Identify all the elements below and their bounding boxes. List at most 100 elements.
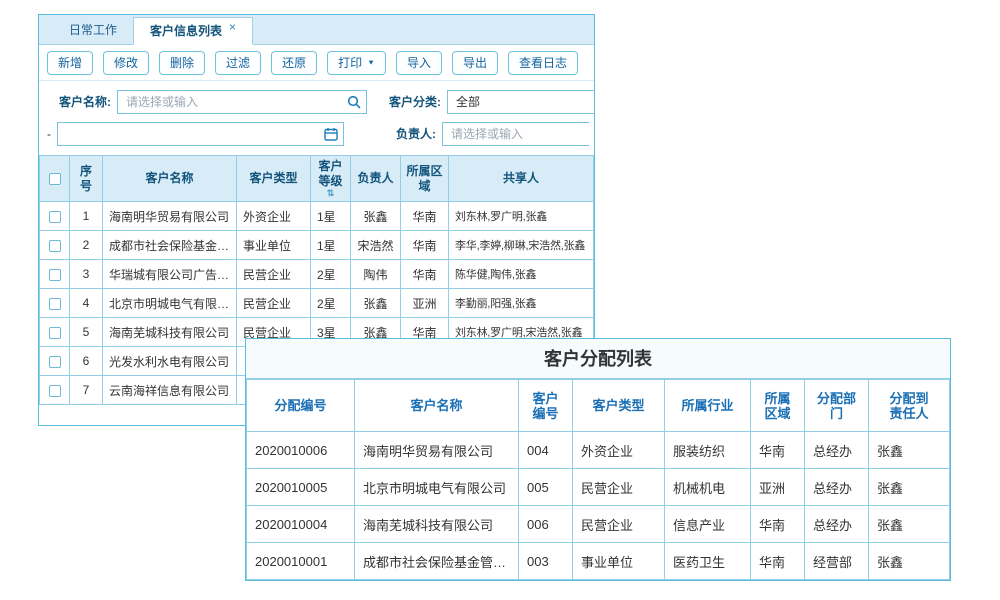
toolbar-button-label: 新增 — [58, 54, 82, 71]
sort-icon[interactable]: ⇅ — [313, 189, 348, 198]
toolbar-button-export[interactable]: 导出 — [452, 51, 498, 75]
customer-level: 2星 — [311, 260, 351, 289]
customer-type: 民营企业 — [573, 506, 665, 543]
customer-name-link[interactable]: 成都市社会保险基金管理... — [355, 543, 519, 580]
assignee-link[interactable]: 张鑫 — [869, 469, 950, 506]
date-range-dash: - — [47, 127, 51, 141]
allocation-no-link[interactable]: 2020010004 — [247, 506, 355, 543]
shared-persons: 刘东林,罗广明,张鑫 — [449, 202, 594, 231]
search-icon[interactable] — [347, 95, 361, 109]
customer-name-input[interactable]: 请选择或输入 — [117, 90, 367, 114]
calendar-icon[interactable] — [324, 127, 338, 141]
customer-type: 外资企业 — [237, 202, 311, 231]
input-placeholder: 请选择或输入 — [451, 125, 523, 142]
customer-type: 民营企业 — [237, 289, 311, 318]
column-header-region[interactable]: 所属区 域 — [401, 156, 449, 202]
tab-label: 客户信息列表 — [150, 17, 222, 45]
toolbar-button-modify[interactable]: 修改 — [103, 51, 149, 75]
toolbar-button-add[interactable]: 新增 — [47, 51, 93, 75]
department: 总经办 — [805, 469, 869, 506]
row-checkbox[interactable] — [49, 269, 61, 281]
close-tab-icon[interactable]: × — [229, 21, 236, 33]
tab-daily-work[interactable]: 日常工作 — [53, 16, 133, 44]
row-checkbox-cell — [40, 318, 70, 347]
customer-name-link[interactable]: 成都市社会保险基金管理... — [103, 231, 237, 260]
region: 华南 — [751, 543, 805, 580]
owner-link[interactable]: 陶伟 — [351, 260, 401, 289]
column-header-region[interactable]: 所属 区域 — [751, 380, 805, 432]
column-header-assignee[interactable]: 分配到 责任人 — [869, 380, 950, 432]
owner-input[interactable]: 请选择或输入 — [442, 122, 589, 146]
column-header-allocation-no[interactable]: 分配编号 — [247, 380, 355, 432]
toolbar-button-restore[interactable]: 还原 — [271, 51, 317, 75]
tab-bar: 日常工作 客户信息列表 × — [39, 15, 594, 45]
region: 华南 — [751, 506, 805, 543]
row-checkbox[interactable] — [49, 211, 61, 223]
column-header-department[interactable]: 分配部 门 — [805, 380, 869, 432]
owner-link[interactable]: 张鑫 — [351, 202, 401, 231]
toolbar-button-print[interactable]: 打印▼ — [327, 51, 386, 75]
allocation-no-link[interactable]: 2020010001 — [247, 543, 355, 580]
row-checkbox[interactable] — [49, 240, 61, 252]
toolbar-button-label: 打印 — [338, 54, 362, 71]
row-checkbox[interactable] — [49, 356, 61, 368]
row-checkbox[interactable] — [49, 298, 61, 310]
filter-panel: 客户名称: 请选择或输入 客户分类: 全部 - — [39, 81, 594, 155]
customer-no: 003 — [519, 543, 573, 580]
allocation-no-link[interactable]: 2020010006 — [247, 432, 355, 469]
column-header-shared[interactable]: 共享人 — [449, 156, 594, 202]
column-header-customer-level[interactable]: 客户 等级 ⇅ — [311, 156, 351, 202]
customer-name-link[interactable]: 海南芜城科技有限公司 — [103, 318, 237, 347]
toolbar-button-view-log[interactable]: 查看日志 — [508, 51, 578, 75]
column-header-label: 序 号 — [72, 164, 100, 194]
toolbar-button-delete[interactable]: 删除 — [159, 51, 205, 75]
customer-name-link[interactable]: 华瑞城有限公司广告设计部 — [103, 260, 237, 289]
assignee-link[interactable]: 张鑫 — [869, 432, 950, 469]
customer-name-link[interactable]: 云南海祥信息有限公司 — [103, 376, 237, 405]
column-header-customer-name[interactable]: 客户名称 — [103, 156, 237, 202]
owner-link[interactable]: 张鑫 — [351, 289, 401, 318]
filter-row-1: 客户名称: 请选择或输入 客户分类: 全部 — [39, 87, 594, 116]
row-checkbox[interactable] — [49, 327, 61, 339]
owner-link[interactable]: 宋浩然 — [351, 231, 401, 260]
department: 总经办 — [805, 506, 869, 543]
column-header-customer-name[interactable]: 客户名称 — [355, 380, 519, 432]
toolbar-button-label: 还原 — [282, 54, 306, 71]
customer-name-link[interactable]: 北京市明城电气有限公司 — [355, 469, 519, 506]
customer-category-select[interactable]: 全部 — [447, 90, 594, 114]
toolbar-button-import[interactable]: 导入 — [396, 51, 442, 75]
column-header-industry[interactable]: 所属行业 — [665, 380, 751, 432]
row-checkbox-cell — [40, 231, 70, 260]
column-header-customer-type[interactable]: 客户类型 — [573, 380, 665, 432]
toolbar-button-label: 过滤 — [226, 54, 250, 71]
column-header-label: 客户名称 — [357, 398, 516, 413]
column-header-label: 所属 区域 — [753, 391, 802, 421]
customer-level: 1星 — [311, 202, 351, 231]
column-header-no[interactable]: 序 号 — [70, 156, 103, 202]
customer-name-link[interactable]: 海南明华贸易有限公司 — [355, 432, 519, 469]
table-row: 2020010006海南明华贸易有限公司004外资企业服装纺织华南总经办张鑫 — [247, 432, 950, 469]
column-header-customer-no[interactable]: 客户 编号 — [519, 380, 573, 432]
industry: 医药卫生 — [665, 543, 751, 580]
customer-name-link[interactable]: 北京市明城电气有限公司 — [103, 289, 237, 318]
customer-no: 006 — [519, 506, 573, 543]
customer-name-link[interactable]: 海南明华贸易有限公司 — [103, 202, 237, 231]
row-number: 1 — [70, 202, 103, 231]
allocation-no-link[interactable]: 2020010005 — [247, 469, 355, 506]
date-input[interactable] — [57, 122, 344, 146]
customer-name-link[interactable]: 光发水利水电有限公司 — [103, 347, 237, 376]
owner-label: 负责人: — [396, 125, 436, 142]
column-header-customer-type[interactable]: 客户类型 — [237, 156, 311, 202]
column-header-owner[interactable]: 负责人 — [351, 156, 401, 202]
assignee-link[interactable]: 张鑫 — [869, 506, 950, 543]
tab-customer-info-list[interactable]: 客户信息列表 × — [133, 17, 253, 45]
toolbar-button-label: 导出 — [463, 54, 487, 71]
customer-name-link[interactable]: 海南芜城科技有限公司 — [355, 506, 519, 543]
toolbar-button-filter[interactable]: 过滤 — [215, 51, 261, 75]
filter-row-2: - 负责人: 请选择或输入 — [39, 119, 594, 148]
row-checkbox[interactable] — [49, 385, 61, 397]
select-all-checkbox[interactable] — [49, 173, 61, 185]
row-checkbox-cell — [40, 347, 70, 376]
assignee-link[interactable]: 张鑫 — [869, 543, 950, 580]
customer-level: 1星 — [311, 231, 351, 260]
